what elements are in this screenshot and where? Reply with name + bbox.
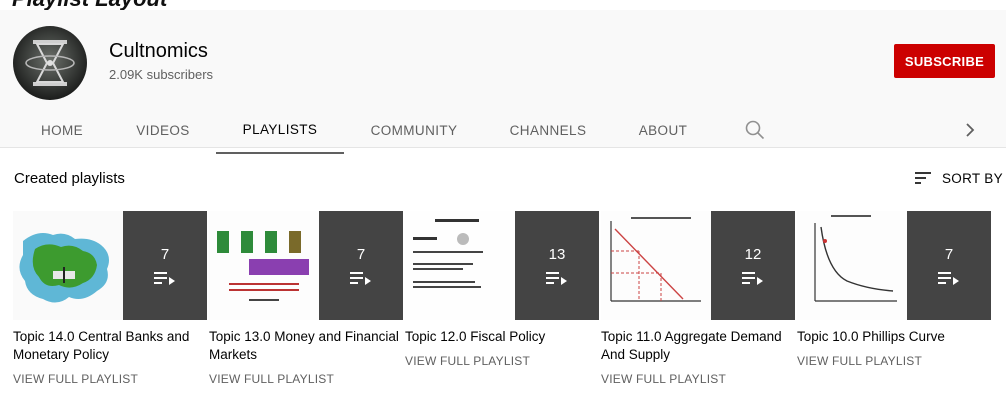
- banner-text: Playlist Layout: [12, 0, 167, 10]
- playlist-title[interactable]: Topic 12.0 Fiscal Policy: [405, 328, 599, 346]
- view-full-playlist-link[interactable]: VIEW FULL PLAYLIST: [209, 372, 403, 386]
- playlist-thumbnail[interactable]: 7: [797, 211, 991, 320]
- channel-name[interactable]: Cultnomics: [109, 40, 208, 63]
- top-banner: Playlist Layout: [0, 0, 1006, 10]
- phillips-curve-thumbnail: [797, 211, 907, 320]
- video-count: 13: [548, 246, 566, 263]
- view-full-playlist-link[interactable]: VIEW FULL PLAYLIST: [405, 354, 599, 368]
- playlist-card: 7 Topic 10.0 Phillips Curve VIEW FULL PL…: [797, 211, 991, 368]
- playlist-overlay: 12: [711, 211, 795, 320]
- playlist-card: 12 Topic 11.0 Aggregate Demand And Suppl…: [601, 211, 795, 386]
- avatar-emblem-icon: [25, 40, 75, 86]
- playlist-thumbnail[interactable]: 13: [405, 211, 599, 320]
- playlist-play-icon: [154, 272, 175, 285]
- view-full-playlist-link[interactable]: VIEW FULL PLAYLIST: [797, 354, 991, 368]
- playlist-thumbnail[interactable]: 7: [13, 211, 207, 320]
- playlist-play-icon: [546, 272, 567, 285]
- text-slide-thumbnail: [405, 211, 515, 320]
- sort-button[interactable]: SORT BY: [912, 166, 1003, 190]
- playlist-title[interactable]: Topic 11.0 Aggregate Demand And Supply: [601, 328, 795, 364]
- header-divider: [0, 147, 1006, 148]
- playlist-overlay: 7: [319, 211, 403, 320]
- playlist-thumbnail[interactable]: 12: [601, 211, 795, 320]
- playlist-play-icon: [938, 272, 959, 285]
- europe-map-thumbnail: [13, 211, 123, 320]
- sort-label: SORT BY: [942, 170, 1003, 186]
- video-count: 7: [944, 246, 954, 263]
- money-slide-thumbnail: [209, 211, 319, 320]
- view-full-playlist-link[interactable]: VIEW FULL PLAYLIST: [601, 372, 795, 386]
- subscribe-button[interactable]: SUBSCRIBE: [894, 44, 995, 78]
- playlist-title[interactable]: Topic 14.0 Central Banks and Monetary Po…: [13, 328, 207, 364]
- subscriber-count: 2.09K subscribers: [109, 67, 214, 82]
- video-count: 7: [356, 246, 366, 263]
- video-count: 7: [160, 246, 170, 263]
- playlist-title[interactable]: Topic 13.0 Money and Financial Markets: [209, 328, 403, 364]
- channel-avatar[interactable]: [13, 26, 87, 100]
- playlist-card: 7 Topic 14.0 Central Banks and Monetary …: [13, 211, 207, 386]
- ad-as-graph-thumbnail: [601, 211, 711, 320]
- playlist-card: 7 Topic 13.0 Money and Financial Markets…: [209, 211, 403, 386]
- channel-header: Cultnomics 2.09K subscribers SUBSCRIBE H…: [0, 10, 1006, 154]
- playlist-overlay: 7: [907, 211, 991, 320]
- video-count: 12: [744, 246, 762, 263]
- playlist-play-icon: [350, 272, 371, 285]
- playlist-thumbnail[interactable]: 7: [209, 211, 403, 320]
- playlist-overlay: 7: [123, 211, 207, 320]
- playlist-play-icon: [742, 272, 763, 285]
- section-title: Created playlists: [14, 170, 125, 187]
- playlist-overlay: 13: [515, 211, 599, 320]
- view-full-playlist-link[interactable]: VIEW FULL PLAYLIST: [13, 372, 207, 386]
- playlist-card: 13 Topic 12.0 Fiscal Policy VIEW FULL PL…: [405, 211, 599, 368]
- chevron-right-icon[interactable]: [958, 118, 982, 142]
- playlist-title[interactable]: Topic 10.0 Phillips Curve: [797, 328, 991, 346]
- search-icon[interactable]: [743, 118, 767, 142]
- sort-icon: [915, 172, 931, 184]
